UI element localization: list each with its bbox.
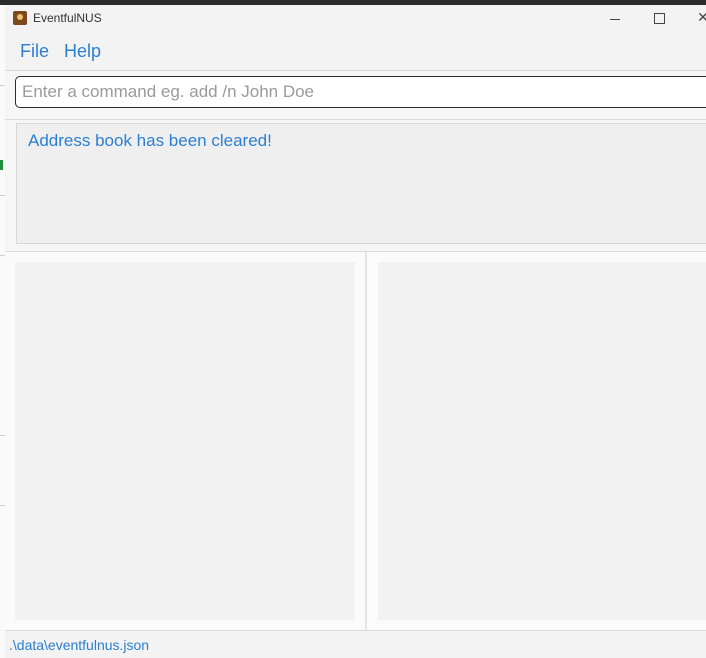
title-bar[interactable]: EventfulNUS ✕	[5, 5, 706, 32]
app-window: EventfulNUS ✕ File Help Address book has…	[5, 5, 706, 658]
menu-bar: File Help	[5, 32, 706, 71]
split-pane-divider[interactable]	[365, 252, 367, 630]
event-list-panel[interactable]	[378, 262, 706, 620]
save-location: .\data\eventfulnus.json	[9, 637, 150, 653]
close-icon[interactable]: ✕	[688, 7, 706, 29]
status-bar: .\data\eventfulnus.json	[5, 630, 706, 658]
command-input[interactable]	[15, 76, 706, 108]
person-list-panel[interactable]	[15, 262, 355, 620]
window-title: EventfulNUS	[33, 11, 102, 25]
result-display[interactable]: Address book has been cleared!	[16, 123, 706, 244]
maximize-icon[interactable]	[644, 7, 674, 29]
minimize-icon[interactable]	[600, 7, 630, 29]
result-display-area: Address book has been cleared!	[5, 120, 706, 252]
result-message: Address book has been cleared!	[28, 131, 272, 150]
command-box-area	[5, 71, 706, 120]
menu-file[interactable]: File	[20, 41, 49, 62]
app-icon	[13, 11, 27, 25]
menu-help[interactable]: Help	[64, 41, 101, 62]
list-panels	[5, 252, 706, 630]
